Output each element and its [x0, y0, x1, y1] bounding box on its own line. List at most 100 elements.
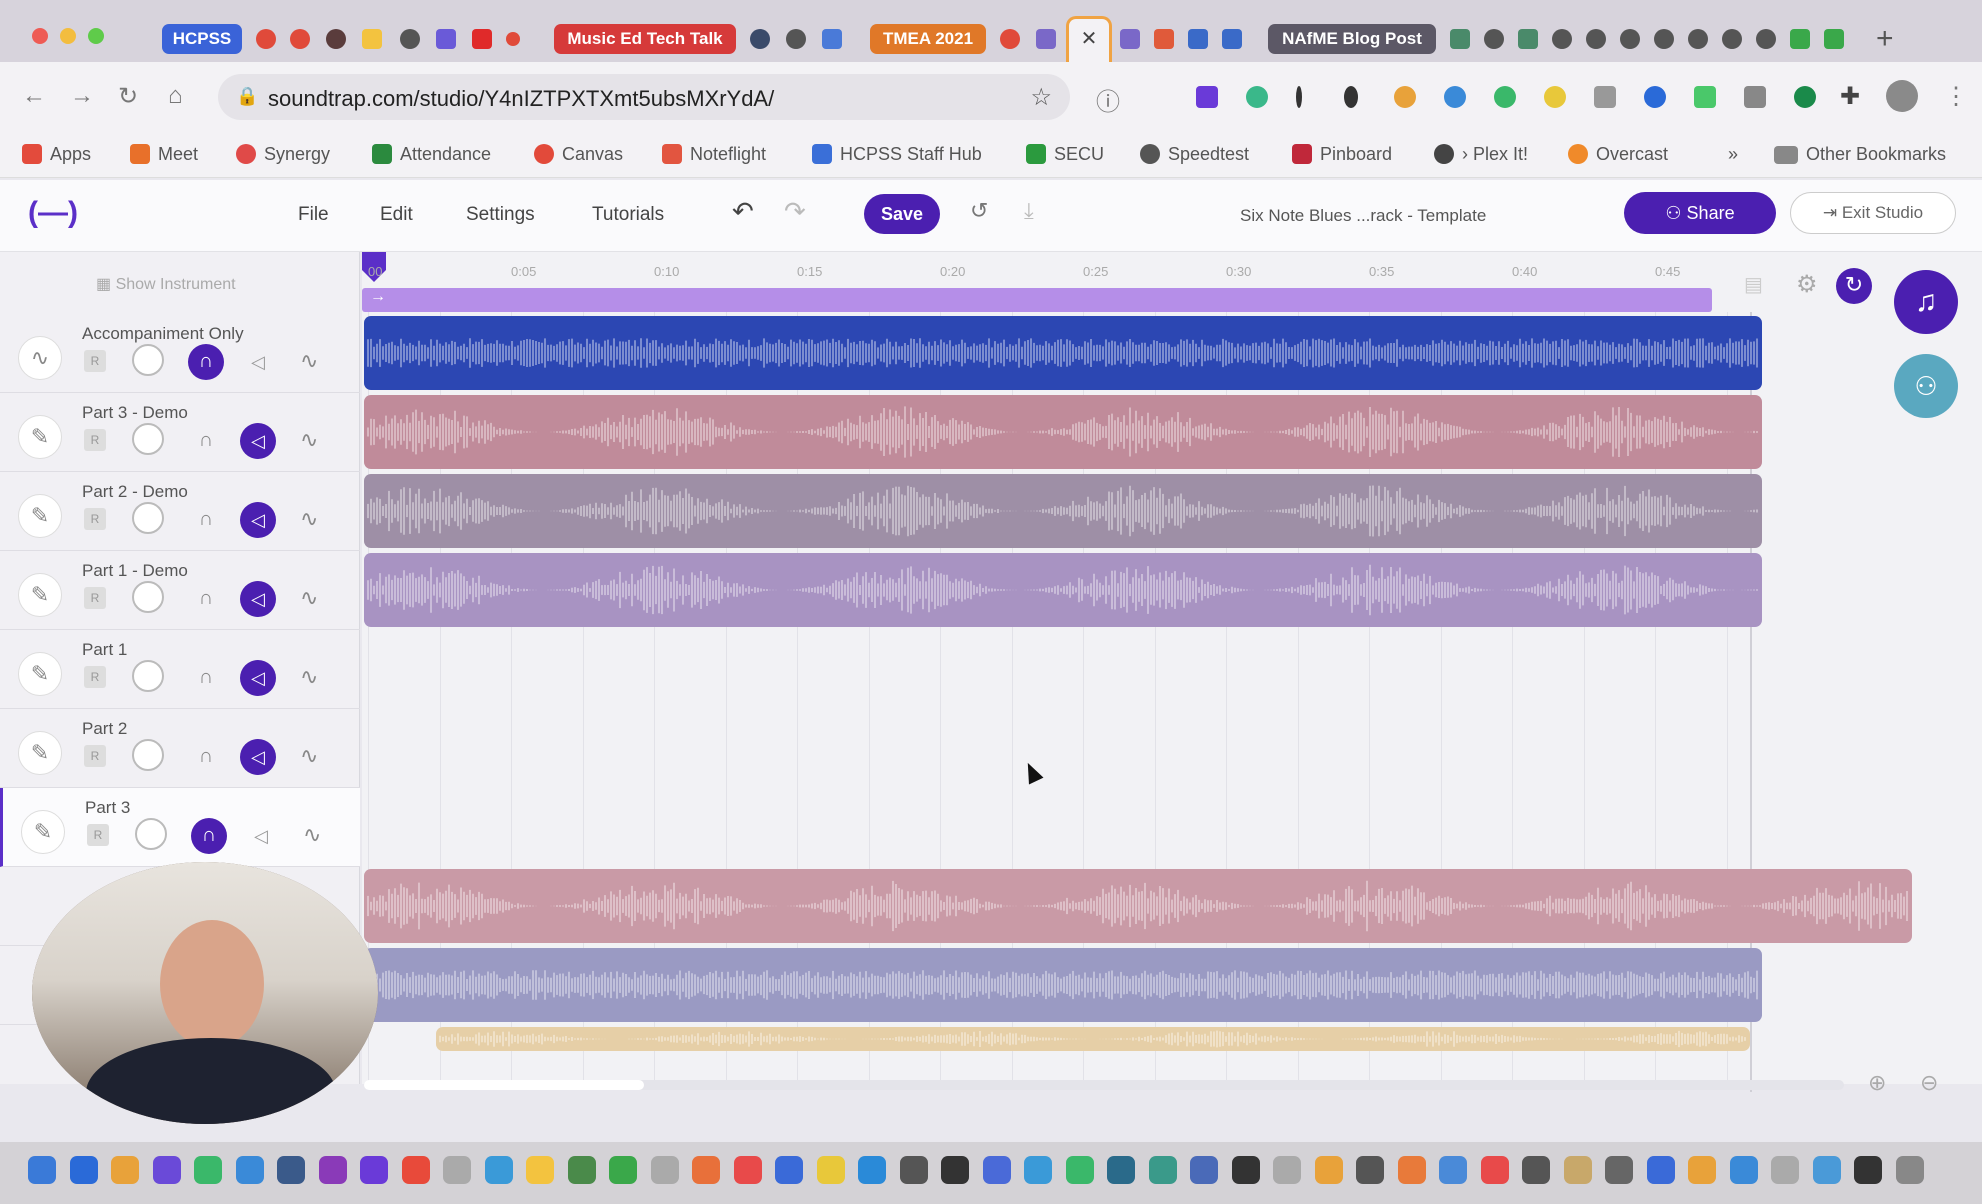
bookmark-canvas[interactable]: Canvas [534, 144, 623, 165]
undo-icon[interactable]: ↶ [732, 196, 754, 227]
waveform-icon[interactable]: ∿ [18, 336, 62, 380]
dock-app-icon[interactable] [1812, 1156, 1841, 1184]
tab-icon[interactable] [256, 29, 276, 49]
bookmark-apps[interactable]: Apps [22, 144, 91, 165]
dock-app-icon[interactable] [650, 1156, 679, 1184]
extension-icon[interactable] [1794, 86, 1816, 108]
tab-icon[interactable] [506, 32, 520, 46]
forward-icon[interactable]: → [70, 82, 94, 110]
headphones-solo-icon[interactable]: ∩ [188, 660, 224, 696]
dock-app-icon[interactable] [816, 1156, 845, 1184]
address-bar[interactable]: 🔒 soundtrap.com/studio/Y4nIZTPXTXmt5ubsM… [218, 74, 1070, 120]
tab-icon[interactable] [1790, 29, 1810, 49]
bookmark-meet[interactable]: Meet [130, 144, 198, 165]
extension-icon[interactable] [1444, 86, 1466, 108]
headphones-solo-icon[interactable]: ∩ [188, 344, 224, 380]
dock-app-icon[interactable] [1563, 1156, 1592, 1184]
track-header[interactable]: ✎ Part 1 - Demo R ∩ ◁ ∿ [0, 551, 360, 630]
volume-knob[interactable] [132, 581, 164, 613]
tab-icon[interactable] [1450, 29, 1470, 49]
record-arm-button[interactable]: R [84, 429, 106, 451]
scrollbar-thumb[interactable] [364, 1080, 644, 1090]
tab-icon[interactable] [1586, 29, 1606, 49]
url-text[interactable]: soundtrap.com/studio/Y4nIZTPXTXmt5ubsMXr… [268, 86, 774, 112]
track-name[interactable]: Part 2 [82, 719, 127, 739]
automation-icon[interactable]: ∿ [300, 664, 318, 690]
dock-app-icon[interactable] [194, 1156, 222, 1184]
mute-speaker-icon[interactable]: ◁ [240, 660, 276, 696]
instruments-music-icon[interactable]: ♫ [1894, 270, 1958, 334]
automation-icon[interactable]: ∿ [300, 427, 318, 453]
tab-icon[interactable] [436, 29, 456, 49]
record-arm-button[interactable]: R [84, 508, 106, 530]
info-icon[interactable]: ⓘ [1096, 82, 1120, 117]
save-button[interactable]: Save [864, 194, 940, 234]
dock-app-icon[interactable] [1854, 1156, 1882, 1184]
tab-icon[interactable] [1154, 29, 1174, 49]
mute-speaker-icon[interactable]: ◁ [240, 344, 276, 380]
audio-clip[interactable] [364, 316, 1762, 390]
bookmark-pinboard[interactable]: Pinboard [1292, 144, 1392, 165]
reload-icon[interactable]: ↻ [118, 82, 138, 111]
dock-app-icon[interactable] [401, 1156, 430, 1184]
extension-icon[interactable] [1394, 86, 1416, 108]
automation-icon[interactable]: ∿ [300, 348, 318, 374]
download-icon[interactable]: ⤓ [1024, 198, 1034, 224]
dock-app-icon[interactable] [1107, 1156, 1135, 1184]
volume-knob[interactable] [132, 739, 164, 771]
tab-icon[interactable] [1000, 29, 1020, 49]
track-name[interactable]: Part 1 [82, 640, 127, 660]
minimize-window-button[interactable] [60, 28, 76, 44]
track-name[interactable]: Part 2 - Demo [82, 482, 188, 502]
mic-icon[interactable]: ✎ [18, 415, 62, 459]
zoom-in-icon[interactable]: ⊕ [1868, 1070, 1886, 1096]
loop-region[interactable]: → [362, 288, 1712, 312]
dock-app-icon[interactable] [69, 1156, 98, 1184]
bookmark-synergy[interactable]: Synergy [236, 144, 330, 165]
tab-icon[interactable] [326, 29, 346, 49]
audio-clip[interactable] [364, 553, 1762, 627]
mute-speaker-icon[interactable]: ◁ [243, 818, 279, 854]
audio-clip[interactable] [364, 948, 1762, 1022]
maximize-window-button[interactable] [88, 28, 104, 44]
dock-app-icon[interactable] [1480, 1156, 1509, 1184]
new-tab-button[interactable]: + [1876, 22, 1894, 56]
extensions-puzzle-icon[interactable]: ✚ [1840, 82, 1860, 111]
loop-toggle-icon[interactable]: ↻ [1836, 268, 1872, 304]
share-button[interactable]: ⚇ Share [1624, 192, 1776, 234]
dock-app-icon[interactable] [692, 1156, 720, 1184]
extension-icon[interactable] [1594, 86, 1616, 108]
dock-app-icon[interactable] [609, 1156, 637, 1184]
track-header[interactable]: ✎ Part 2 - Demo R ∩ ◁ ∿ [0, 472, 360, 551]
exit-studio-button[interactable]: ⇥ Exit Studio [1790, 192, 1956, 234]
bookmark-plex-it[interactable]: › Plex It! [1434, 144, 1528, 165]
track-header[interactable]: ∿ Accompaniment Only R ∩ ◁ ∿ [0, 314, 360, 393]
tab-icon[interactable] [1518, 29, 1538, 49]
menu-settings[interactable]: Settings [466, 204, 535, 226]
timeline-area[interactable]: → ▤ ⚙ ↻ 00 0:05 0:10 0:15 0:20 0:25 0:30 0:35 0:… [362, 252, 1982, 1095]
dock-app-icon[interactable] [1605, 1156, 1633, 1184]
settings-gear-icon[interactable]: ⚙ [1796, 270, 1818, 299]
close-window-button[interactable] [32, 28, 48, 44]
dock-app-icon[interactable] [111, 1156, 139, 1184]
dock-app-icon[interactable] [1190, 1156, 1218, 1184]
extension-icon[interactable] [1344, 86, 1358, 108]
dock-app-icon[interactable] [360, 1156, 388, 1184]
menu-file[interactable]: File [298, 204, 329, 226]
dock-app-icon[interactable] [1729, 1156, 1758, 1184]
volume-knob[interactable] [135, 818, 167, 850]
mic-icon[interactable]: ✎ [18, 573, 62, 617]
record-arm-button[interactable]: R [87, 824, 109, 846]
dock-app-icon[interactable] [941, 1156, 969, 1184]
dock-app-icon[interactable] [526, 1156, 554, 1184]
headphones-solo-icon[interactable]: ∩ [191, 818, 227, 854]
soundtrap-logo[interactable]: (—) [28, 196, 78, 230]
dock-app-icon[interactable] [1771, 1156, 1799, 1184]
extension-icon[interactable] [1494, 86, 1516, 108]
dock-app-icon[interactable] [28, 1156, 56, 1184]
headphones-solo-icon[interactable]: ∩ [188, 739, 224, 775]
mute-speaker-icon[interactable]: ◁ [240, 581, 276, 617]
active-tab[interactable]: ✕ [1066, 16, 1112, 62]
back-icon[interactable]: ← [22, 82, 46, 110]
dock-app-icon[interactable] [733, 1156, 762, 1184]
